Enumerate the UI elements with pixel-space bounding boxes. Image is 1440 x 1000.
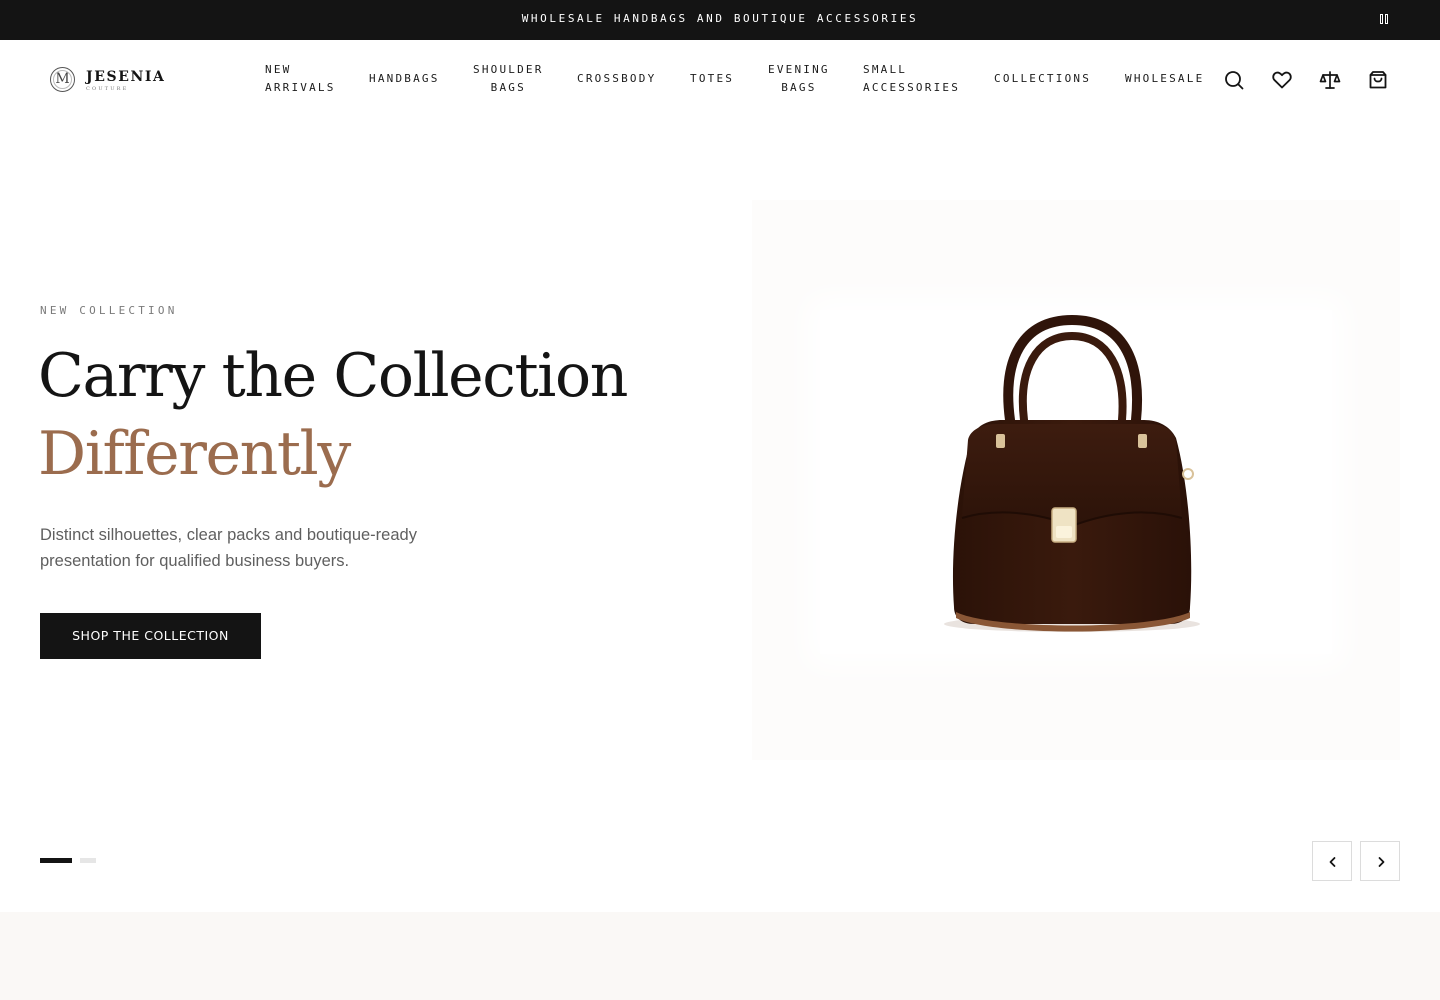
nav-crossbody[interactable]: CROSSBODY [577, 70, 656, 88]
chevron-left-icon [1329, 857, 1336, 867]
brand-logo[interactable]: M JESENIA COUTURE [50, 67, 170, 95]
next-slide-button[interactable] [1360, 841, 1400, 881]
site-header: M JESENIA COUTURE NEW ARRIVALS HANDBAGS … [0, 40, 1440, 120]
nav-new-arrivals[interactable]: NEW ARRIVALS [265, 61, 336, 97]
hero-title-line-1: Carry the Collection [38, 341, 628, 411]
search-icon[interactable] [1223, 69, 1245, 91]
nav-totes[interactable]: TOTES [690, 70, 734, 88]
handbag-image [944, 314, 1200, 632]
slider-dot[interactable] [80, 858, 96, 863]
nav-evening-bags[interactable]: EVENING BAGS [768, 61, 830, 97]
hero-title-line-2: Differently [38, 419, 351, 489]
announcement-text: WHOLESALE HANDBAGS AND BOUTIQUE ACCESSOR… [521, 12, 919, 25]
next-section [0, 912, 1440, 1000]
slider-dot-active[interactable] [40, 858, 72, 863]
hero-product-image [752, 200, 1400, 760]
shopping-bag-icon[interactable] [1367, 69, 1389, 91]
logo-tagline: COUTURE [86, 86, 129, 92]
announcement-bar: WHOLESALE HANDBAGS AND BOUTIQUE ACCESSOR… [0, 0, 1440, 40]
hero-description: Distinct silhouettes, clear packs and bo… [40, 526, 417, 570]
nav-collections[interactable]: COLLECTIONS [994, 70, 1091, 88]
pause-icon[interactable] [1378, 13, 1390, 26]
shop-collection-button[interactable]: SHOP THE COLLECTION [40, 613, 261, 659]
heart-icon[interactable] [1271, 69, 1293, 91]
nav-small-accessories[interactable]: SMALL ACCESSORIES [863, 61, 960, 97]
logo-monogram: M [50, 67, 75, 92]
nav-handbags[interactable]: HANDBAGS [369, 70, 440, 88]
chevron-right-icon [1378, 857, 1385, 867]
compare-scale-icon[interactable] [1319, 69, 1341, 91]
prev-slide-button[interactable] [1312, 841, 1352, 881]
nav-shoulder-bags[interactable]: SHOULDER BAGS [473, 61, 544, 97]
hero-eyebrow: NEW COLLECTION [40, 304, 178, 317]
logo-name: JESENIA [86, 69, 166, 85]
nav-wholesale[interactable]: WHOLESALE [1125, 70, 1204, 88]
